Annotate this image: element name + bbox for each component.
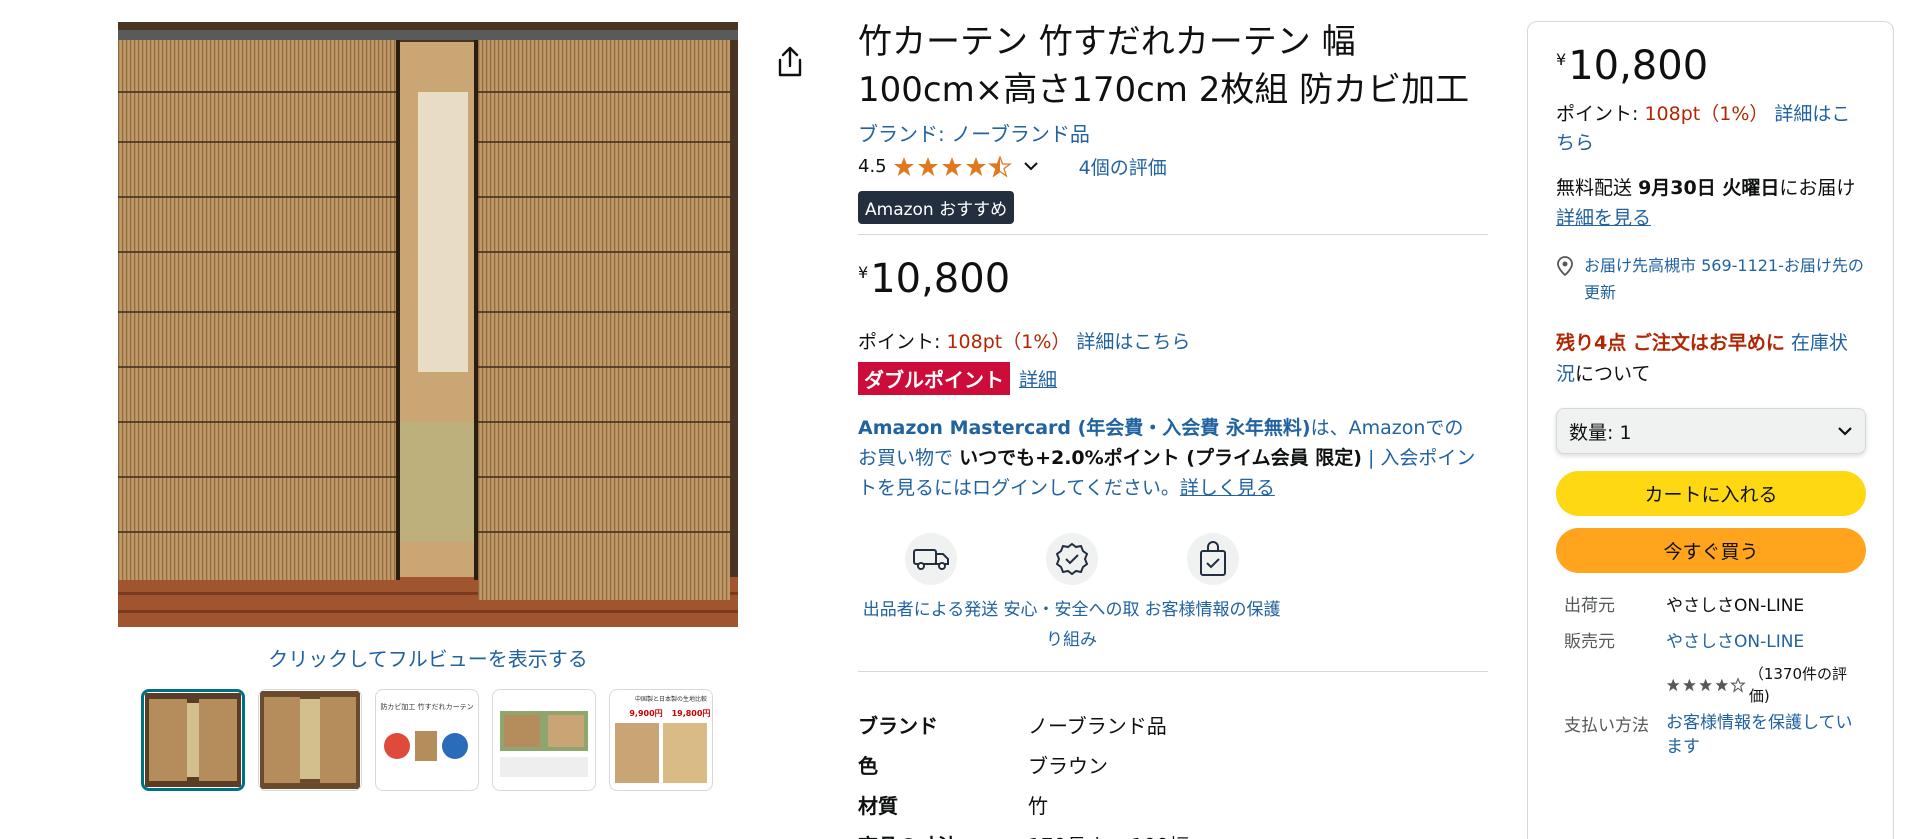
spec-key: ブランド <box>858 713 938 738</box>
seller-rating-row: （1370件の評価) <box>1556 663 1866 707</box>
star-rating-icon <box>1666 677 1746 693</box>
spec-value: 竹 <box>1028 793 1048 818</box>
points-value: 108pt（1%） <box>946 331 1071 353</box>
quantity-label: 数量: 1 <box>1569 421 1632 444</box>
spec-row: 商品の寸法 170長さ x 100幅 cm <box>858 824 1488 839</box>
spec-table: ブランド ノーブランド品 色 ブラウン 材質 竹 商品の寸法 170長さ x 1… <box>858 704 1488 839</box>
price-block: ¥ 10,800 <box>858 257 1488 301</box>
thumbnail-3[interactable]: 防カビ加工 竹すだれカーテン <box>375 689 479 791</box>
mastercard-learn-more-link[interactable]: 詳しく見る <box>1180 477 1275 499</box>
points-value: 108pt（1%） <box>1644 103 1769 125</box>
double-point-badge: ダブルポイント <box>858 362 1010 395</box>
price: 10,800 <box>870 256 1011 302</box>
points-row: ポイント: 108pt（1%） 詳細はこちら <box>858 327 1488 354</box>
chevron-down-icon <box>1838 427 1852 436</box>
secure-bag-icon <box>1186 533 1239 585</box>
mastercard-promo-bold[interactable]: Amazon Mastercard (年会費・入会費 永年無料) <box>858 417 1311 439</box>
free-shipping-label: 無料配送 <box>1556 177 1633 199</box>
trust-features: 出品者による発送 安心・安全への取り組み お客様情報の保護 <box>860 533 1488 655</box>
currency-symbol: ¥ <box>1556 50 1567 69</box>
truck-icon <box>904 533 957 585</box>
double-point-row: ダブルポイント 詳細 <box>858 362 1488 395</box>
add-to-cart-button[interactable]: カートに入れる <box>1556 471 1866 516</box>
thumb5-price-b: 19,800円 <box>672 709 711 718</box>
thumbnail-2[interactable] <box>258 689 362 791</box>
spec-key: 材質 <box>858 793 898 818</box>
delivery-location-link[interactable]: お届け先高槻市 569-1121-お届け先の更新 <box>1556 252 1866 306</box>
spec-row: 材質 竹 <box>858 784 1488 824</box>
thumbnail-strip: 防カビ加工 竹すだれカーテン 中国製と日本製の生地比較 9,900円 19,80… <box>141 689 713 791</box>
delivery-info: 無料配送 9月30日 火曜日にお届け <box>1556 174 1866 203</box>
seller-info-table: 出荷元 やさしさON-LINE 販売元 やさしさON-LINE （1370件の評… <box>1556 591 1866 759</box>
mastercard-promo-bonus: いつでも+2.0%ポイント (プライム会員 限定) <box>959 447 1362 469</box>
seller-rating[interactable]: （1370件の評価) <box>1666 663 1856 707</box>
quantity-select[interactable]: 数量: 1 <box>1556 408 1866 454</box>
spec-value: ノーブランド品 <box>1028 713 1167 738</box>
share-icon[interactable] <box>774 44 806 80</box>
spec-row: ブランド ノーブランド品 <box>858 704 1488 744</box>
feature-privacy[interactable]: お客様情報の保護 <box>1142 533 1283 655</box>
spec-row: 色 ブラウン <box>858 744 1488 784</box>
brand-link[interactable]: ブランド: ノーブランド品 <box>858 118 1488 147</box>
divider <box>858 671 1488 672</box>
stock-suffix: について <box>1575 363 1651 385</box>
product-details: 竹カーテン 竹すだれカーテン 幅100cm×高さ170cm 2枚組 防カビ加工 … <box>858 18 1488 839</box>
delivery-suffix: にお届け <box>1779 177 1856 199</box>
spec-key: 色 <box>858 753 878 778</box>
review-count-link[interactable]: 4個の評価 <box>1079 153 1167 180</box>
mastercard-promo: Amazon Mastercard (年会費・入会費 永年無料)は、Amazon… <box>858 413 1478 503</box>
stock-info: 残り4点 ご注文はお早めに 在庫状況について <box>1556 328 1866 390</box>
seller-rating-count: （1370件の評価) <box>1748 665 1848 705</box>
points-label: ポイント: <box>1556 103 1639 125</box>
thumb3-title: 防カビ加工 竹すだれカーテン <box>380 702 473 711</box>
spec-key: 商品の寸法 <box>858 830 1028 839</box>
buybox-price: ¥ 10,800 <box>1556 44 1866 88</box>
delivery-date: 9月30日 火曜日 <box>1638 177 1780 199</box>
buy-box: ¥ 10,800 ポイント: 108pt（1%） 詳細はこちら 無料配送 9月3… <box>1527 21 1894 839</box>
thumbnail-4[interactable] <box>492 689 596 791</box>
thumb5-price-a: 9,900円 <box>629 709 662 718</box>
location-pin-icon <box>1557 256 1573 276</box>
rating-row: 4.5 4個の評価 <box>858 153 1488 180</box>
thumbnail-5[interactable]: 中国製と日本製の生地比較 9,900円 19,800円 <box>609 689 713 791</box>
fullview-link[interactable]: クリックしてフルビューを表示する <box>118 643 738 672</box>
amazon-choice-badge: Amazon おすすめ <box>858 191 1015 224</box>
points-label: ポイント: <box>858 331 941 353</box>
feature-safety[interactable]: 安心・安全への取り組み <box>1001 533 1142 655</box>
payment-key: 支払い方法 <box>1564 716 1649 736</box>
seller-key: 販売元 <box>1564 632 1615 652</box>
divider <box>858 234 1488 235</box>
product-title: 竹カーテン 竹すだれカーテン 幅100cm×高さ170cm 2枚組 防カビ加工 <box>858 22 1470 110</box>
shipper-row: 出荷元 やさしさON-LINE <box>1556 591 1866 627</box>
product-page: クリックしてフルビューを表示する 防カビ加工 竹すだれカーテン 中国製と日本製の… <box>0 0 1920 839</box>
price: 10,800 <box>1568 43 1709 89</box>
payment-link[interactable]: お客様情報を保護しています <box>1666 711 1856 759</box>
delivery-details-link[interactable]: 詳細を見る <box>1556 203 1866 230</box>
feature-label: 安心・安全への取り組み <box>1003 600 1140 650</box>
location-text: お届け先高槻市 569-1121-お届け先の更新 <box>1584 256 1864 302</box>
feature-label: 出品者による発送 <box>862 600 999 620</box>
points-detail-link[interactable]: 詳細はこちら <box>1076 331 1190 353</box>
seller-row: 販売元 やさしさON-LINE <box>1556 627 1866 663</box>
spec-value: ブラウン <box>1028 753 1108 778</box>
feature-label: お客様情報の保護 <box>1144 600 1281 620</box>
main-product-image[interactable] <box>118 22 738 627</box>
double-point-detail-link[interactable]: 詳細 <box>1019 365 1057 392</box>
buy-now-button[interactable]: 今すぐ買う <box>1556 528 1866 573</box>
feature-seller-shipping[interactable]: 出品者による発送 <box>860 533 1001 655</box>
stock-warning: 残り4点 ご注文はお早めに <box>1556 332 1785 354</box>
thumbnail-1[interactable] <box>141 689 245 791</box>
seller-link[interactable]: やさしさON-LINE <box>1666 627 1856 652</box>
thumb5-title: 中国製と日本製の生地比較 <box>635 695 707 703</box>
buybox-points: ポイント: 108pt（1%） 詳細はこちら <box>1556 100 1866 158</box>
rating-value: 4.5 <box>858 156 887 177</box>
currency-symbol: ¥ <box>858 263 869 282</box>
payment-row: 支払い方法 お客様情報を保護しています <box>1556 711 1866 759</box>
spec-value: 170長さ x 100幅 cm <box>1028 830 1226 839</box>
chevron-down-icon[interactable] <box>1023 156 1039 177</box>
badge-check-icon <box>1045 533 1098 585</box>
shipper-key: 出荷元 <box>1564 596 1615 616</box>
star-rating-icon[interactable] <box>893 155 1015 178</box>
shipper-value: やさしさON-LINE <box>1666 596 1805 616</box>
